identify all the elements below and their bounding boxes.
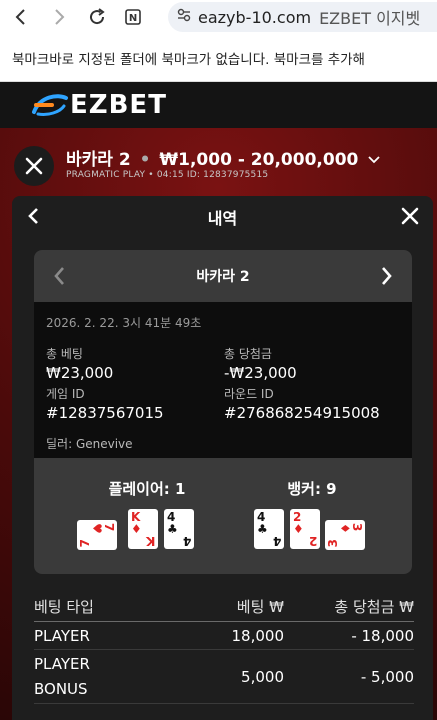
total-bet-label: 총 베팅	[46, 347, 83, 361]
banker-hand: 4 ♣ 4 2 ♦ 2 3 ♦ 3	[252, 509, 372, 555]
bet-type-cell: PLAYER BONUS	[34, 654, 90, 698]
site-info-icon[interactable]	[176, 7, 192, 27]
dealer-name: 딜러: Genevive	[46, 437, 133, 451]
round-navigator: 바카라 2	[34, 250, 412, 302]
chevron-down-icon[interactable]	[368, 155, 380, 165]
bookmark-bar: 북마크바로 지정된 폴더에 북마크가 없습니다. 북마크를 추가해	[0, 34, 437, 82]
site-header: EZBET	[0, 82, 437, 128]
game-subinfo: PRAGMATIC PLAY • 04:15 ID: 12837975515	[66, 170, 269, 180]
close-game-button[interactable]	[14, 146, 54, 186]
history-header: 내역	[12, 196, 433, 238]
next-round-button[interactable]	[380, 265, 394, 291]
close-icon	[401, 207, 419, 225]
notion-extension-icon[interactable]: N	[118, 0, 148, 34]
cards-area: 플레이어: 1 7 ♥ 7 K ♦ K 4 ♣ 4 뱅커: 9 4 ♣ 4 2 ♦ 2 3 ♦ 3	[34, 458, 412, 574]
separator-dot: •	[139, 150, 151, 170]
bet-type-cell: PLAYER	[34, 626, 90, 645]
player-side: 플레이어: 1 7 ♥ 7 K ♦ K 4 ♣ 4	[77, 478, 202, 555]
game-id-label: 게임 ID	[46, 387, 85, 401]
player-hand: 7 ♥ 7 K ♦ K 4 ♣ 4	[77, 509, 202, 555]
previous-round-button[interactable]	[52, 265, 66, 291]
game-title[interactable]: 바카라 2 • ₩1,000 - 20,000,000	[66, 145, 380, 170]
game-info-bar: 바카라 2 • ₩1,000 - 20,000,000 PRAGMATIC PL…	[0, 128, 437, 198]
ezbet-logo-icon	[32, 94, 68, 116]
svg-text:N: N	[129, 13, 137, 24]
playing-card: K ♦ K	[128, 509, 158, 549]
page-title: EZBET 이지벳	[319, 9, 421, 28]
bet-amount-cell: 18,000	[231, 626, 285, 645]
playing-card: 7 ♥ 7	[77, 520, 117, 550]
round-game-name: 바카라 2	[196, 269, 250, 285]
url-text: eazyb-10.com	[198, 7, 312, 27]
bookmark-empty-notice: 북마크바로 지정된 폴더에 북마크가 없습니다. 북마크를 추가해	[12, 51, 365, 68]
game-id: ID: 12837975515	[186, 170, 269, 180]
win-amount-header: 총 당첨금 ₩	[334, 598, 414, 616]
bet-amount-header: 베팅 ₩	[236, 598, 284, 616]
bets-table: 베팅 타입 베팅 ₩ 총 당첨금 ₩ PLAYER 18,000 - 18,00…	[34, 596, 414, 704]
round-detail-card: 바카라 2 2026. 2. 22. 3시 41분 49초 총 베팅 총 당첨금…	[34, 250, 412, 574]
banker-side: 뱅커: 9 4 ♣ 4 2 ♦ 2 3 ♦ 3	[252, 478, 372, 555]
logo-text: EZBET	[70, 90, 167, 120]
win-amount-cell: - 5,000	[360, 667, 414, 686]
playing-card: 4 ♣ 4	[164, 509, 194, 549]
chevron-left-icon	[28, 208, 38, 224]
round-info: 2026. 2. 22. 3시 41분 49초 총 베팅 총 당첨금 ₩23,0…	[34, 302, 412, 452]
history-title: 내역	[207, 209, 238, 228]
total-bet-value: ₩23,000	[46, 364, 114, 382]
game-provider: PRAGMATIC PLAY	[66, 170, 146, 180]
banker-score: 뱅커: 9	[287, 480, 337, 498]
reload-icon[interactable]	[82, 0, 112, 34]
playing-card: 3 ♦ 3	[325, 520, 365, 550]
bet-type-header: 베팅 타입	[34, 598, 94, 616]
game-name: 바카라 2	[66, 150, 131, 170]
address-bar[interactable]: eazyb-10.com EZBET 이지벳	[168, 2, 437, 32]
round-id-label: 라운드 ID	[224, 387, 274, 401]
ezbet-logo[interactable]: EZBET	[30, 90, 167, 120]
table-row: PLAYER BONUS 5,000 - 5,000	[34, 650, 414, 704]
win-amount-cell: - 18,000	[351, 626, 414, 645]
bets-table-header: 베팅 타입 베팅 ₩ 총 당첨금 ₩	[34, 596, 414, 622]
chevron-left-icon	[54, 267, 64, 285]
browser-toolbar: N eazyb-10.com EZBET 이지벳	[0, 0, 437, 34]
player-score: 플레이어: 1	[108, 480, 186, 498]
round-datetime: 2026. 2. 22. 3시 41분 49초	[46, 316, 202, 330]
total-win-label: 총 당첨금	[224, 347, 272, 361]
close-icon	[25, 157, 43, 175]
playing-card: 2 ♦ 2	[290, 509, 320, 549]
back-button[interactable]	[26, 206, 40, 230]
close-history-button[interactable]	[401, 207, 419, 229]
game-time: 04:15	[156, 170, 184, 180]
round-id-value: #276868254915008	[224, 404, 380, 422]
game-limits: ₩1,000 - 20,000,000	[159, 150, 359, 170]
chevron-right-icon	[382, 267, 392, 285]
playing-card: 4 ♣ 4	[254, 509, 284, 549]
back-icon[interactable]	[6, 0, 36, 34]
table-row: PLAYER 18,000 - 18,000	[34, 622, 414, 650]
bet-amount-cell: 5,000	[241, 667, 284, 686]
total-win-value: -₩23,000	[224, 364, 297, 382]
game-id-value: #12837567015	[46, 404, 164, 422]
history-panel: 내역 바카라 2 2026. 2. 22. 3시 41분 49초 총 베팅 총 …	[12, 196, 433, 720]
forward-icon[interactable]	[44, 0, 74, 34]
